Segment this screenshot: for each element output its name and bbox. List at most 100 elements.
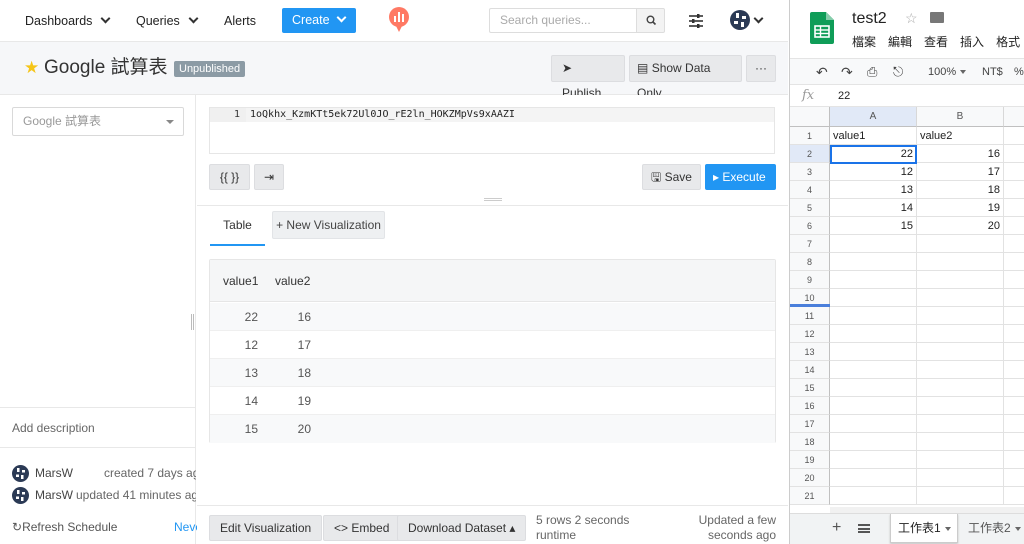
row-header[interactable]: 18 <box>790 433 830 451</box>
spreadsheet-cell[interactable]: 19 <box>917 199 1004 217</box>
save-button[interactable]: 🖫 Save <box>642 164 701 190</box>
row-header[interactable]: 16 <box>790 397 830 415</box>
spreadsheet-cell[interactable] <box>1004 127 1024 145</box>
row-header[interactable]: 8 <box>790 253 830 271</box>
format-query-button[interactable]: ⇥ <box>254 164 284 190</box>
add-description[interactable]: Add description <box>0 407 196 448</box>
spreadsheet-cell[interactable]: 15 <box>830 217 917 235</box>
spreadsheet-cell[interactable]: 18 <box>917 181 1004 199</box>
spreadsheet-cell[interactable] <box>917 343 1004 361</box>
search-button[interactable] <box>636 8 665 33</box>
spreadsheet-cell[interactable]: 20 <box>917 217 1004 235</box>
spreadsheet-cell[interactable] <box>917 451 1004 469</box>
freeze-handle[interactable] <box>790 304 830 307</box>
embed-button[interactable]: <> Embed <box>323 515 401 541</box>
star-icon[interactable]: ☆ <box>905 10 918 26</box>
spreadsheet-cell[interactable] <box>830 469 917 487</box>
row-header[interactable]: 7 <box>790 235 830 253</box>
spreadsheet-cell[interactable] <box>1004 289 1024 307</box>
spreadsheet-cell[interactable] <box>830 487 917 505</box>
spreadsheet-cell[interactable] <box>830 433 917 451</box>
spreadsheet-cell[interactable] <box>1004 379 1024 397</box>
spreadsheet-cell[interactable] <box>1004 325 1024 343</box>
spreadsheet-cell[interactable] <box>1004 253 1024 271</box>
sidebar-resize-handle[interactable] <box>191 314 194 330</box>
spreadsheet-cell[interactable] <box>917 397 1004 415</box>
spreadsheet-cell[interactable]: value1 <box>830 127 917 145</box>
settings-sliders-icon[interactable] <box>687 12 705 30</box>
column-header-b[interactable]: B <box>917 107 1004 127</box>
column-header-c[interactable] <box>1004 107 1024 127</box>
spreadsheet-cell[interactable] <box>830 307 917 325</box>
spreadsheet-cell[interactable] <box>917 271 1004 289</box>
spreadsheet-cell[interactable] <box>917 307 1004 325</box>
spreadsheet-cell[interactable] <box>1004 199 1024 217</box>
edit-visualization-button[interactable]: Edit Visualization <box>209 515 323 541</box>
formula-value[interactable]: 22 <box>838 85 850 107</box>
row-header[interactable]: 21 <box>790 487 830 505</box>
execute-button[interactable]: ▸ Execute <box>705 164 776 190</box>
spreadsheet-title[interactable]: test2 <box>852 10 887 28</box>
row-header[interactable]: 2 <box>790 145 830 163</box>
undo-icon[interactable]: ↶ <box>816 59 828 85</box>
row-header[interactable]: 1 <box>790 127 830 145</box>
spreadsheet-cell[interactable] <box>1004 181 1024 199</box>
spreadsheet-cell[interactable] <box>1004 433 1024 451</box>
spreadsheet-cell[interactable] <box>1004 397 1024 415</box>
menu-view[interactable]: 查看 <box>924 35 948 49</box>
spreadsheet-cell[interactable] <box>830 235 917 253</box>
spreadsheet-cell[interactable] <box>830 451 917 469</box>
row-header[interactable]: 17 <box>790 415 830 433</box>
create-button[interactable]: Create <box>282 8 356 33</box>
spreadsheet-cell[interactable]: 13 <box>830 181 917 199</box>
spreadsheet-cell[interactable] <box>830 343 917 361</box>
spreadsheet-cell[interactable] <box>917 487 1004 505</box>
column-header[interactable]: value1 <box>223 260 258 302</box>
row-header[interactable]: 14 <box>790 361 830 379</box>
spreadsheet-cell[interactable] <box>917 289 1004 307</box>
datasource-select[interactable]: Google 試算表 <box>12 107 184 136</box>
row-header[interactable]: 4 <box>790 181 830 199</box>
spreadsheet-cell[interactable] <box>1004 487 1024 505</box>
spreadsheet-cell[interactable] <box>1004 307 1024 325</box>
spreadsheet-cell[interactable] <box>1004 145 1024 163</box>
row-header[interactable]: 15 <box>790 379 830 397</box>
sheet-tab-1[interactable]: 工作表1 <box>890 514 958 543</box>
spreadsheet-cell[interactable] <box>917 379 1004 397</box>
menu-format[interactable]: 格式 <box>996 35 1020 49</box>
nav-queries[interactable]: Queries <box>136 0 199 42</box>
sheet-tab-2[interactable]: 工作表2 <box>966 514 1024 543</box>
spreadsheet-cell[interactable] <box>1004 469 1024 487</box>
spreadsheet-cell[interactable] <box>830 379 917 397</box>
menu-insert[interactable]: 插入 <box>960 35 984 49</box>
row-header[interactable]: 19 <box>790 451 830 469</box>
spreadsheet-cell[interactable] <box>1004 361 1024 379</box>
search-input[interactable]: Search queries... <box>489 8 637 33</box>
spreadsheet-cell[interactable] <box>917 469 1004 487</box>
row-header[interactable]: 13 <box>790 343 830 361</box>
user-avatar-icon[interactable] <box>730 10 750 30</box>
folder-icon[interactable] <box>930 12 944 23</box>
download-dataset-button[interactable]: Download Dataset ▴ <box>397 515 527 541</box>
spreadsheet-cell[interactable] <box>1004 451 1024 469</box>
row-header[interactable]: 3 <box>790 163 830 181</box>
query-text[interactable]: 1oQkhx_KzmKTt5ek72Ul0JO_rE2ln_HOKZMpVs9x… <box>246 108 774 122</box>
print-icon[interactable]: ⎙ <box>867 59 877 85</box>
row-header[interactable]: 12 <box>790 325 830 343</box>
spreadsheet-cell[interactable] <box>1004 217 1024 235</box>
active-cell-selection[interactable] <box>830 145 917 164</box>
refresh-schedule[interactable]: ↻Refresh Schedule <box>12 519 117 535</box>
spreadsheet-cell[interactable] <box>830 271 917 289</box>
spreadsheet-grid[interactable]: A B 1 2 3 4 5 6 7 8 9 10 11 12 13 14 15 16 17 18 19 20 21 va… <box>790 107 1024 507</box>
spreadsheet-cell[interactable] <box>917 253 1004 271</box>
spreadsheet-cell[interactable] <box>830 361 917 379</box>
column-header[interactable]: value2 <box>275 260 310 302</box>
editor-resize-handle[interactable] <box>484 198 502 201</box>
spreadsheet-cell[interactable] <box>1004 271 1024 289</box>
zoom-select[interactable]: 100% <box>928 59 967 85</box>
select-all-corner[interactable] <box>790 107 830 127</box>
spreadsheet-cell[interactable] <box>1004 163 1024 181</box>
query-title[interactable]: Google 試算表 <box>44 56 168 80</box>
user-menu-chevron[interactable] <box>753 13 764 28</box>
nav-dashboards[interactable]: Dashboards <box>25 0 111 42</box>
